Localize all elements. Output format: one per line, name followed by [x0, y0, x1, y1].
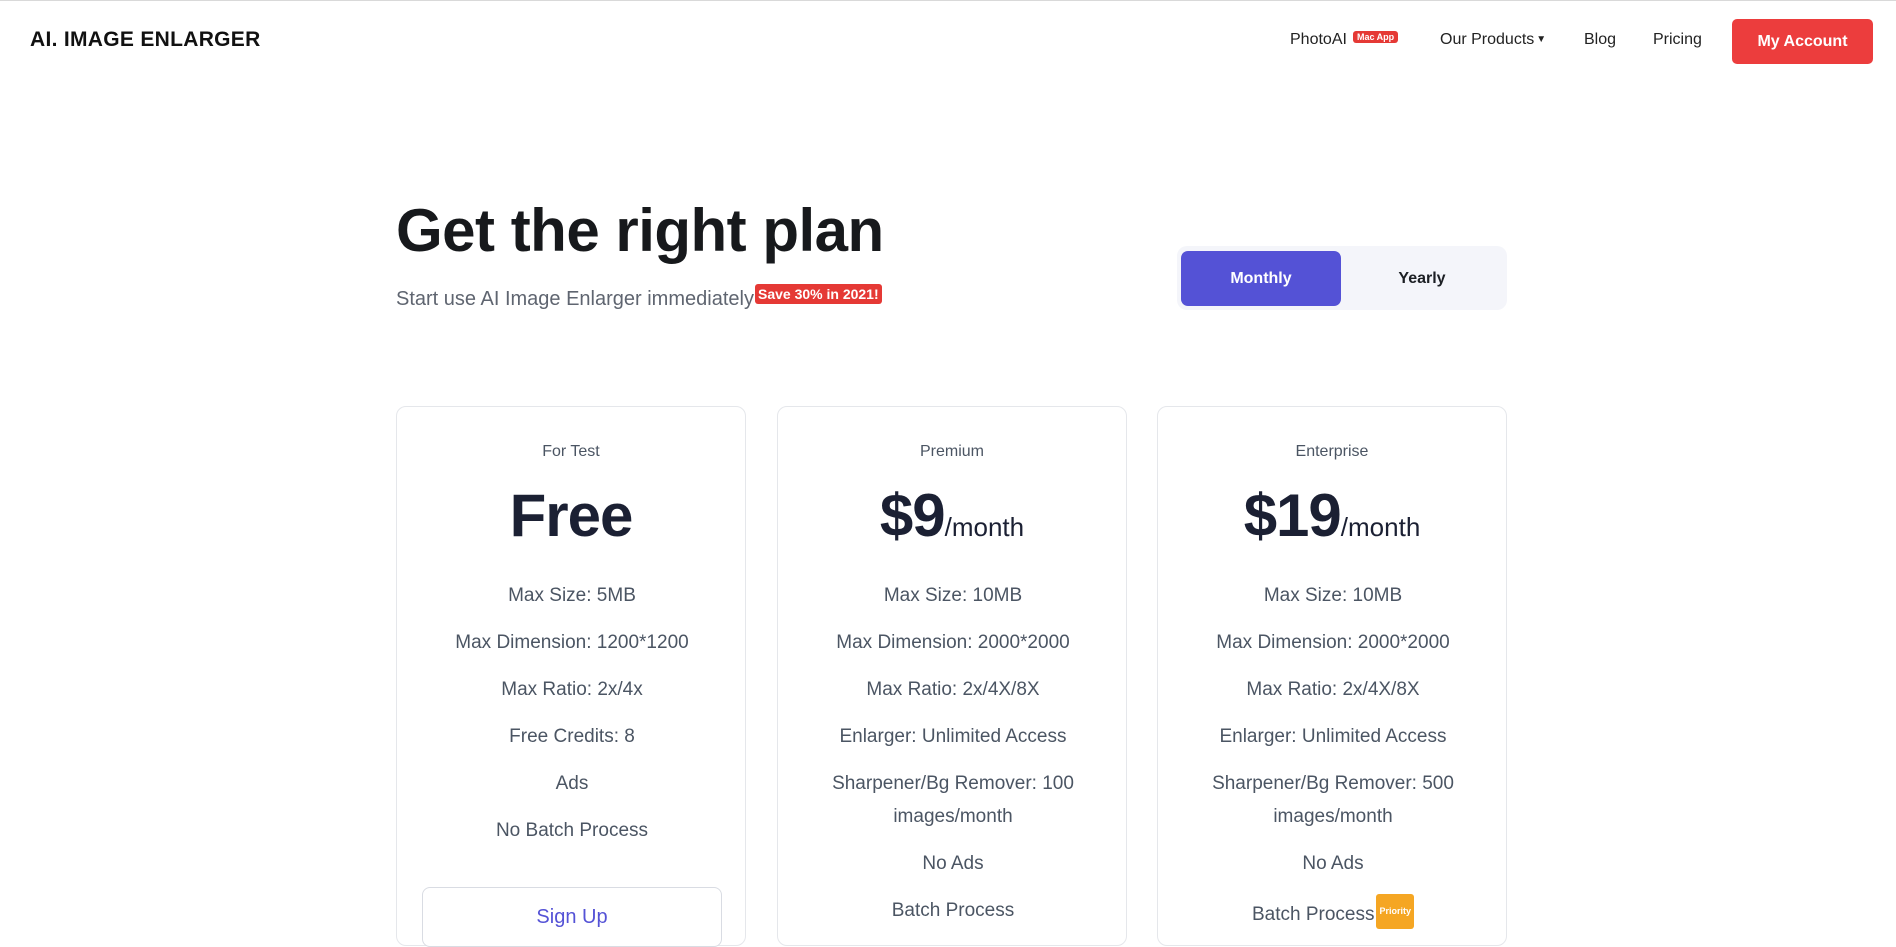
plan-feature: Max Ratio: 2x/4X/8X — [866, 679, 1040, 700]
plan-feature: Max Dimension: 1200*1200 — [455, 632, 689, 653]
nav-our-products-label: Our Products — [1440, 31, 1535, 48]
plan-tier-label: Enterprise — [1295, 443, 1369, 460]
nav-pricing-link[interactable]: Pricing — [1653, 31, 1702, 49]
my-account-button[interactable]: My Account — [1732, 19, 1873, 64]
plan-feature-list: Max Size: 10MB Max Dimension: 2000*2000 … — [798, 579, 1108, 941]
sign-up-button[interactable]: Sign Up — [422, 887, 722, 947]
plan-tier-label: Premium — [919, 443, 984, 460]
site-header: AI. IMAGE ENLARGER PhotoAI Mac App Our P… — [0, 0, 1896, 84]
plan-feature-text: Batch Process — [1251, 904, 1375, 925]
save-promo-badge: Save 30% in 2021! — [755, 284, 882, 304]
plan-feature: Sharpener/Bg Remover: 500 images/month — [1212, 773, 1454, 827]
nav-our-products-dropdown[interactable]: Our Products ▼ — [1440, 31, 1546, 49]
plan-feature: Max Size: 5MB — [508, 585, 636, 606]
plan-feature: Free Credits: 8 — [509, 726, 635, 747]
caret-down-icon: ▼ — [1536, 34, 1547, 45]
plan-feature: Enlarger: Unlimited Access — [839, 726, 1067, 747]
plan-feature-list: Max Size: 5MB Max Dimension: 1200*1200 M… — [417, 579, 727, 861]
plan-feature: Enlarger: Unlimited Access — [1219, 726, 1447, 747]
plan-price-amount: $19 — [1243, 482, 1342, 549]
plan-feature: Sharpener/Bg Remover: 100 images/month — [832, 773, 1074, 827]
plan-card-premium: Premium $9/month Max Size: 10MB Max Dime… — [777, 406, 1127, 946]
plan-feature: No Ads — [1302, 853, 1364, 874]
page-title: Get the right plan — [396, 197, 884, 264]
plan-card-free: For Test Free Max Size: 5MB Max Dimensio… — [396, 406, 746, 947]
mac-app-badge: Mac App — [1353, 31, 1399, 43]
plan-feature: No Ads — [922, 853, 984, 874]
plan-tier-label: For Test — [542, 443, 600, 460]
plan-feature: Batch Process — [891, 900, 1015, 921]
billing-yearly-button[interactable]: Yearly — [1342, 251, 1502, 306]
plan-price-period: /month — [944, 512, 1025, 542]
plan-feature: Max Size: 10MB — [883, 585, 1023, 606]
plan-feature: Max Dimension: 2000*2000 — [1216, 632, 1450, 653]
plan-price: Free — [397, 481, 745, 550]
plan-price-period: /month — [1340, 512, 1421, 542]
plan-price-amount: $9 — [879, 482, 946, 549]
nav-photoai-link[interactable]: PhotoAI — [1290, 31, 1347, 49]
plan-price: $19/month — [1158, 481, 1506, 550]
plan-feature: Batch Process Priority — [1178, 894, 1488, 931]
billing-monthly-button[interactable]: Monthly — [1181, 251, 1341, 306]
plan-feature: No Batch Process — [495, 820, 649, 841]
plan-feature: Max Ratio: 2x/4x — [501, 679, 643, 700]
plan-feature: Max Dimension: 2000*2000 — [836, 632, 1070, 653]
plan-feature: Max Size: 10MB — [1263, 585, 1403, 606]
billing-toggle: Monthly Yearly — [1177, 246, 1507, 310]
site-logo[interactable]: AI. IMAGE ENLARGER — [30, 28, 261, 52]
plan-card-enterprise: Enterprise $19/month Max Size: 10MB Max … — [1157, 406, 1507, 946]
plan-price-amount: Free — [509, 482, 634, 549]
page-subtitle: Start use AI Image Enlarger immediately — [396, 288, 754, 310]
plan-feature: Ads — [555, 773, 589, 794]
plan-feature-list: Max Size: 10MB Max Dimension: 2000*2000 … — [1178, 579, 1488, 945]
nav-blog-link[interactable]: Blog — [1584, 31, 1616, 49]
priority-badge: Priority — [1376, 894, 1414, 929]
plan-price: $9/month — [778, 481, 1126, 550]
plan-feature: Max Ratio: 2x/4X/8X — [1246, 679, 1420, 700]
